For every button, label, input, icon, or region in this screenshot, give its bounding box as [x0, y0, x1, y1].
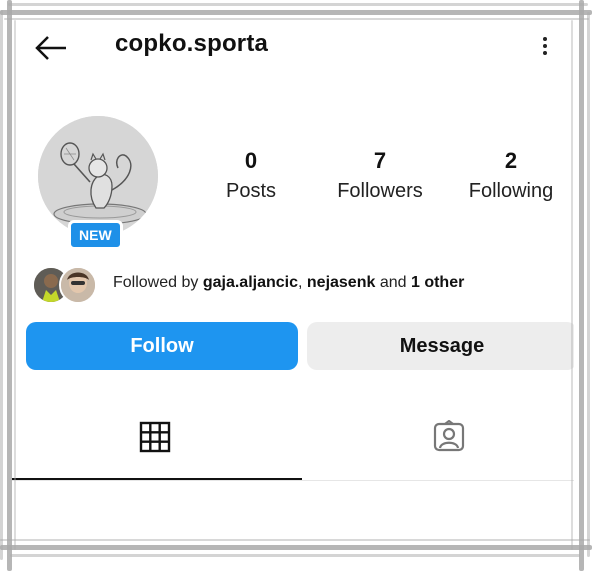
tab-posts-grid[interactable]	[138, 420, 172, 454]
stat-value: 7	[373, 148, 387, 173]
arrow-left-icon	[35, 36, 66, 60]
stat-label: Followers	[337, 180, 423, 202]
followed-by-row[interactable]: Followed by gaja.aljancic, nejasenk and …	[32, 264, 552, 304]
kebab-menu-icon[interactable]	[540, 34, 550, 62]
sketch-border	[7, 0, 12, 571]
stat-value: 0	[244, 148, 258, 173]
sketch-border	[8, 3, 588, 6]
sketch-border	[4, 18, 589, 20]
stat-posts[interactable]: 0 Posts	[217, 148, 285, 204]
back-button[interactable]	[34, 34, 68, 62]
tab-tagged[interactable]	[432, 419, 466, 454]
stat-followers[interactable]: 7 Followers	[330, 148, 430, 204]
sketch-border	[0, 10, 3, 560]
tab-divider	[12, 480, 574, 481]
sketch-border	[571, 20, 573, 550]
sketch-border	[587, 12, 590, 557]
sketch-squirrel-tennis-image	[38, 116, 158, 236]
grid-icon	[139, 421, 171, 453]
follower-avatar	[59, 266, 97, 304]
stat-label: Following	[468, 180, 554, 202]
followed-others-link[interactable]: 1 other	[411, 274, 464, 291]
sketch-border	[0, 539, 590, 541]
followed-user-link[interactable]: nejasenk	[307, 274, 375, 291]
new-badge: NEW	[68, 220, 123, 250]
stat-value: 2	[504, 148, 518, 173]
stat-label: Posts	[225, 180, 277, 202]
screenshot-frame: copko.sporta NEW 0 Posts 7 Followers 2 F…	[0, 0, 592, 571]
profile-avatar[interactable]	[38, 116, 158, 236]
message-button[interactable]: Message	[307, 322, 574, 370]
tagged-person-icon	[433, 419, 465, 452]
sketch-border	[14, 20, 16, 550]
sketch-border	[10, 554, 580, 557]
follow-button[interactable]: Follow	[26, 322, 298, 370]
sketch-border	[0, 10, 592, 15]
profile-username: copko.sporta	[115, 30, 269, 57]
sketch-border	[579, 0, 584, 571]
profile-screen: copko.sporta NEW 0 Posts 7 Followers 2 F…	[12, 16, 574, 542]
stat-following[interactable]: 2 Following	[464, 148, 558, 204]
followed-by-text: Followed by gaja.aljancic, nejasenk and …	[113, 274, 465, 291]
sketch-border	[0, 545, 592, 550]
followed-user-link[interactable]: gaja.aljancic	[203, 274, 298, 291]
